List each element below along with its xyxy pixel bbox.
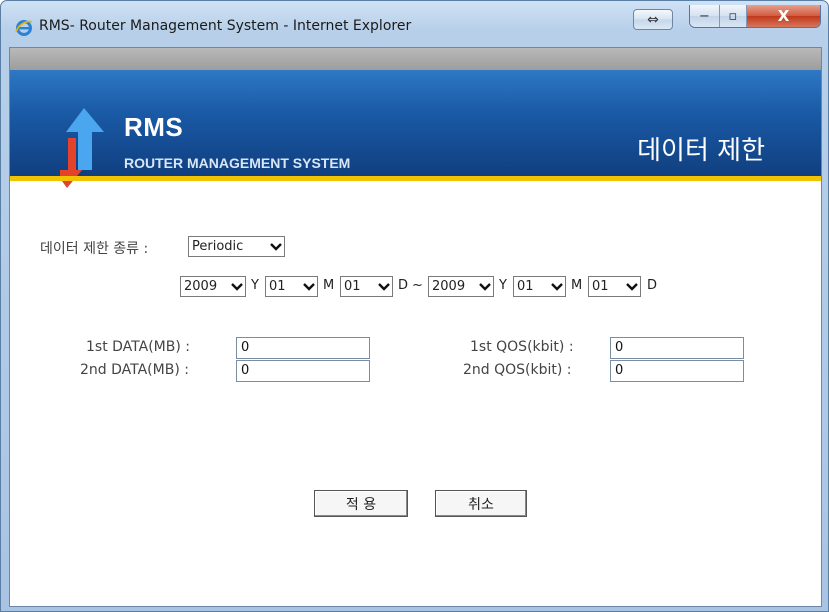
end-day-unit: D: [647, 278, 658, 293]
banner-accent-line: [10, 176, 821, 181]
qos2-label: 2nd QOS(kbit) :: [463, 362, 572, 378]
apply-button[interactable]: 적 용: [314, 490, 408, 517]
chevron-down-icon: [549, 277, 565, 296]
cancel-button[interactable]: 취소: [435, 490, 527, 517]
end-year-value: 2009: [432, 279, 466, 294]
close-button[interactable]: X: [747, 5, 820, 27]
data2-label: 2nd DATA(MB) :: [80, 362, 189, 378]
end-year-select[interactable]: 2009: [428, 276, 494, 297]
data2-input[interactable]: 0: [236, 360, 370, 382]
data1-input[interactable]: 0: [236, 337, 370, 359]
end-month-select[interactable]: 01: [513, 276, 566, 297]
qos1-label: 1st QOS(kbit) :: [470, 339, 574, 355]
title-bar: RMS- Router Management System - Internet…: [1, 1, 828, 47]
brand-name: RMS: [124, 112, 184, 142]
start-month-value: 01: [269, 279, 286, 294]
qos1-input[interactable]: 0: [610, 337, 744, 359]
start-month-unit: M: [323, 278, 335, 293]
end-year-unit: Y: [499, 278, 507, 293]
chevron-down-icon: [268, 237, 284, 256]
browser-window: RMS- Router Management System - Internet…: [0, 0, 829, 612]
maximize-icon: ▫: [728, 8, 738, 24]
date-range-separator: ~: [412, 278, 423, 293]
start-year-value: 2009: [184, 279, 218, 294]
window-controls: − ▫ X: [689, 5, 821, 28]
start-year-unit: Y: [251, 278, 259, 293]
maximize-button[interactable]: ▫: [719, 5, 748, 27]
header-banner: RMS ROUTER MANAGEMENT SYSTEM 데이터 제한: [10, 70, 821, 188]
end-day-value: 01: [592, 279, 609, 294]
minimize-icon: −: [698, 8, 710, 24]
chevron-down-icon: [477, 277, 493, 296]
brand-subtitle: ROUTER MANAGEMENT SYSTEM: [124, 155, 351, 171]
limit-type-value: Periodic: [192, 239, 244, 254]
limit-type-select[interactable]: Periodic: [188, 236, 285, 257]
start-day-select[interactable]: 01: [340, 276, 393, 297]
chevron-down-icon: [624, 277, 640, 296]
window-title: RMS- Router Management System - Internet…: [39, 18, 412, 34]
start-day-value: 01: [344, 279, 361, 294]
end-month-unit: M: [571, 278, 583, 293]
chevron-down-icon: [301, 277, 317, 296]
start-day-unit: D: [398, 278, 409, 293]
chevron-down-icon: [229, 277, 245, 296]
close-icon: X: [777, 7, 790, 25]
resize-arrows-icon: ⇔: [647, 11, 659, 28]
chevron-down-icon: [376, 277, 392, 296]
start-month-select[interactable]: 01: [265, 276, 318, 297]
limit-type-label: 데이터 제한 종류 :: [40, 241, 149, 257]
qos2-input[interactable]: 0: [610, 360, 744, 382]
compatibility-view-button[interactable]: ⇔: [633, 9, 673, 30]
start-year-select[interactable]: 2009: [180, 276, 246, 297]
minimize-button[interactable]: −: [690, 5, 720, 27]
page-title: 데이터 제한: [637, 136, 765, 166]
top-gray-bar: [10, 48, 821, 70]
page-content: RMS ROUTER MANAGEMENT SYSTEM 데이터 제한 데이터 …: [9, 47, 822, 607]
end-month-value: 01: [517, 279, 534, 294]
data1-label: 1st DATA(MB) :: [86, 339, 190, 355]
internet-explorer-icon: [15, 20, 33, 36]
end-day-select[interactable]: 01: [588, 276, 641, 297]
